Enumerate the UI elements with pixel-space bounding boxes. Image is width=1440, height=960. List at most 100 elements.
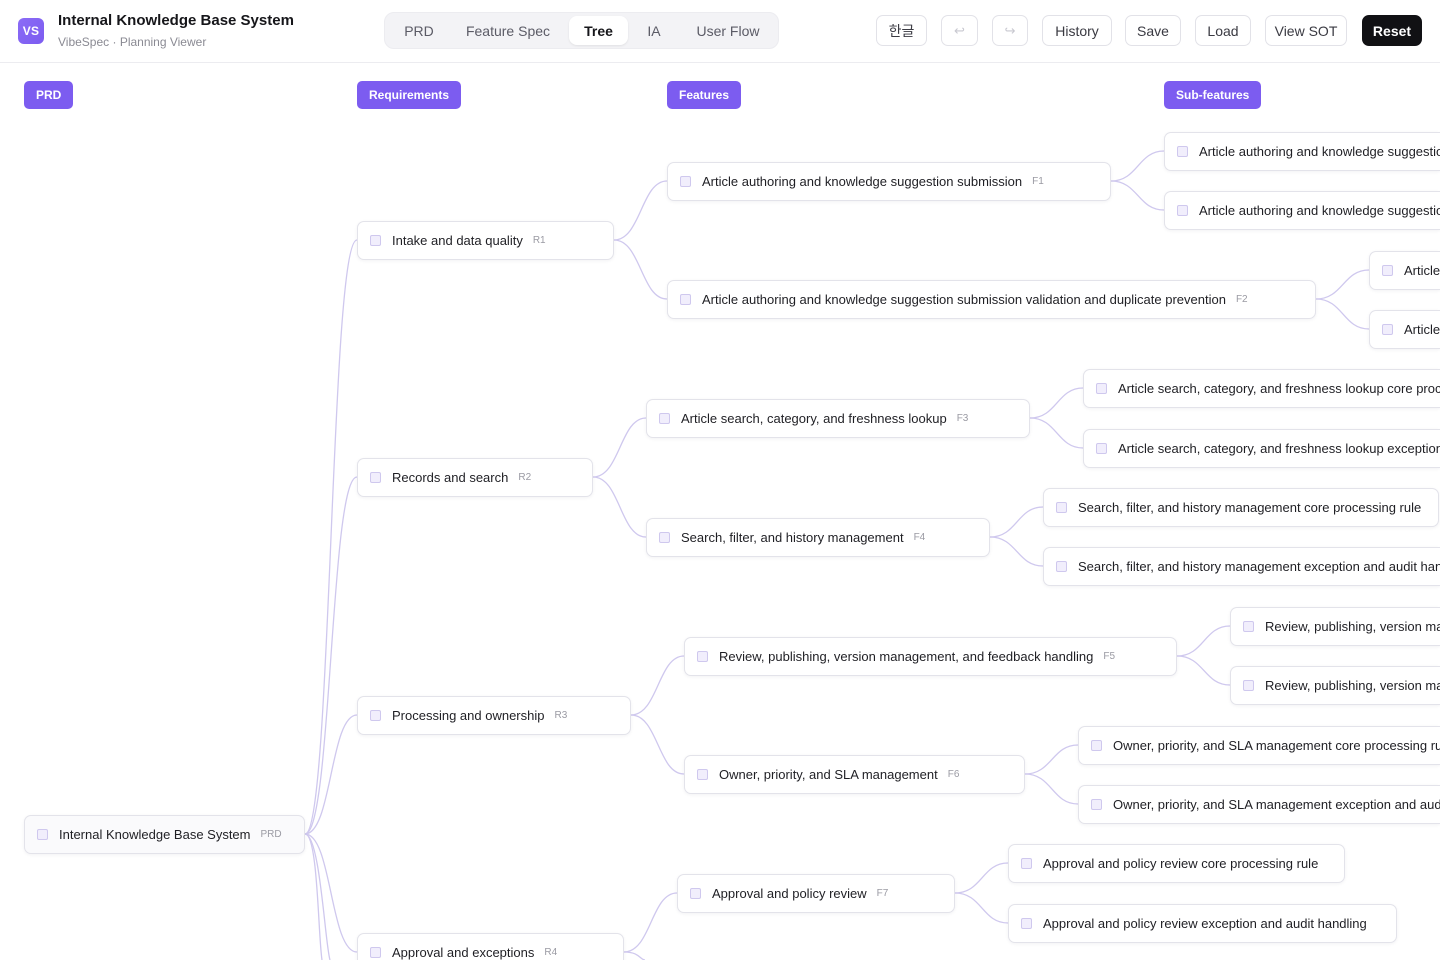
node-checkbox[interactable] xyxy=(1177,146,1188,157)
node-label: Approval and policy review xyxy=(712,886,867,901)
node-checkbox[interactable] xyxy=(1243,621,1254,632)
tree-node-subfeature[interactable]: Review, publishing, version mar xyxy=(1230,607,1440,646)
load-button[interactable]: Load xyxy=(1195,15,1251,46)
node-label: Owner, priority, and SLA management xyxy=(719,767,938,782)
node-checkbox[interactable] xyxy=(1056,561,1067,572)
tab-prd[interactable]: PRD xyxy=(389,16,449,45)
node-checkbox[interactable] xyxy=(697,769,708,780)
node-checkbox[interactable] xyxy=(370,710,381,721)
tab-feature-spec[interactable]: Feature Spec xyxy=(452,16,564,45)
node-id: F2 xyxy=(1235,294,1248,305)
node-label: Article authoring and knowledge suggesti… xyxy=(1199,203,1440,218)
column-label-subfeatures: Sub-features xyxy=(1164,81,1262,109)
app-subtitle: VibeSpec · Planning Viewer xyxy=(58,35,207,49)
tree-node-subfeature[interactable]: Search, filter, and history management e… xyxy=(1043,547,1440,586)
node-label: Processing and ownership xyxy=(392,708,545,723)
node-checkbox[interactable] xyxy=(1096,383,1107,394)
tree-node-subfeature[interactable]: Article xyxy=(1369,310,1440,349)
node-checkbox[interactable] xyxy=(659,532,670,543)
node-checkbox[interactable] xyxy=(1021,858,1032,869)
node-id: F5 xyxy=(1103,651,1116,662)
node-label: Article authoring and knowledge suggesti… xyxy=(702,174,1023,189)
node-id: R4 xyxy=(544,947,558,958)
node-checkbox[interactable] xyxy=(1096,443,1107,454)
node-checkbox[interactable] xyxy=(370,235,381,246)
node-checkbox[interactable] xyxy=(1091,740,1102,751)
node-label: Internal Knowledge Base System xyxy=(59,827,251,842)
tree-node-subfeature[interactable]: Owner, priority, and SLA management core… xyxy=(1078,726,1440,765)
node-label: Owner, priority, and SLA management exce… xyxy=(1113,797,1440,812)
tab-tree[interactable]: Tree xyxy=(569,16,628,45)
node-id: F7 xyxy=(876,888,889,899)
tree-node-requirement[interactable]: Intake and data quality R1 xyxy=(357,221,614,260)
node-label: Approval and exceptions xyxy=(392,945,535,960)
tree-node-subfeature[interactable]: Search, filter, and history management c… xyxy=(1043,488,1439,527)
node-id: F3 xyxy=(956,413,969,424)
tree-node-subfeature[interactable]: Article authoring and knowledge suggesti… xyxy=(1164,132,1440,171)
node-checkbox[interactable] xyxy=(37,829,48,840)
app-logo: VS xyxy=(18,18,44,44)
node-label: Approval and policy review exception and… xyxy=(1043,916,1367,931)
tree-node-feature[interactable]: Article authoring and knowledge suggesti… xyxy=(667,162,1111,201)
tree-node-subfeature[interactable]: Review, publishing, version mar xyxy=(1230,666,1440,705)
node-checkbox[interactable] xyxy=(680,294,691,305)
node-label: Intake and data quality xyxy=(392,233,523,248)
tree-node-requirement[interactable]: Records and search R2 xyxy=(357,458,593,497)
column-label-features: Features xyxy=(667,81,742,109)
tree-node-feature[interactable]: Approval and policy review F7 xyxy=(677,874,955,913)
tree-canvas[interactable]: PRD Requirements Features Sub-features I… xyxy=(0,64,1440,960)
tab-ia[interactable]: IA xyxy=(633,16,675,45)
node-checkbox[interactable] xyxy=(1177,205,1188,216)
app-header: VS Internal Knowledge Base System VibeSp… xyxy=(0,0,1440,63)
tree-node-subfeature[interactable]: Article search, category, and freshness … xyxy=(1083,369,1440,408)
node-id: F6 xyxy=(947,769,960,780)
column-label-requirements: Requirements xyxy=(357,81,462,109)
tree-node-root[interactable]: Internal Knowledge Base System PRD xyxy=(24,815,305,854)
undo-icon[interactable]: ↩ xyxy=(941,15,978,46)
history-button[interactable]: History xyxy=(1042,15,1112,46)
view-sot-button[interactable]: View SOT xyxy=(1265,15,1347,46)
tab-user-flow[interactable]: User Flow xyxy=(681,16,775,45)
node-label: Owner, priority, and SLA management core… xyxy=(1113,738,1440,753)
node-checkbox[interactable] xyxy=(659,413,670,424)
language-toggle-button[interactable]: 한글 xyxy=(876,15,927,46)
node-checkbox[interactable] xyxy=(680,176,691,187)
node-checkbox[interactable] xyxy=(697,651,708,662)
tree-node-feature[interactable]: Article authoring and knowledge suggesti… xyxy=(667,280,1316,319)
node-label: Article search, category, and freshness … xyxy=(1118,381,1440,396)
app-title: Internal Knowledge Base System xyxy=(58,12,294,29)
node-id: R1 xyxy=(532,235,546,246)
node-label: Review, publishing, version management, … xyxy=(719,649,1094,664)
tree-node-feature[interactable]: Review, publishing, version management, … xyxy=(684,637,1177,676)
save-button[interactable]: Save xyxy=(1125,15,1181,46)
reset-button[interactable]: Reset xyxy=(1362,15,1422,46)
node-label: Approval and policy review core processi… xyxy=(1043,856,1319,871)
node-checkbox[interactable] xyxy=(1021,918,1032,929)
node-id: F4 xyxy=(913,532,926,543)
node-checkbox[interactable] xyxy=(370,472,381,483)
tree-node-feature[interactable]: Search, filter, and history management F… xyxy=(646,518,990,557)
tree-node-subfeature[interactable]: Article search, category, and freshness … xyxy=(1083,429,1440,468)
redo-icon[interactable]: ↪ xyxy=(992,15,1028,46)
tree-node-feature[interactable]: Article search, category, and freshness … xyxy=(646,399,1030,438)
node-checkbox[interactable] xyxy=(690,888,701,899)
node-checkbox[interactable] xyxy=(1382,324,1393,335)
node-id: R3 xyxy=(554,710,568,721)
node-label: Search, filter, and history management c… xyxy=(1078,500,1422,515)
node-checkbox[interactable] xyxy=(370,947,381,958)
node-checkbox[interactable] xyxy=(1382,265,1393,276)
tree-node-feature[interactable]: Owner, priority, and SLA management F6 xyxy=(684,755,1025,794)
node-checkbox[interactable] xyxy=(1243,680,1254,691)
node-checkbox[interactable] xyxy=(1056,502,1067,513)
tree-node-requirement[interactable]: Approval and exceptions R4 xyxy=(357,933,624,960)
view-tabs: PRD Feature Spec Tree IA User Flow xyxy=(384,12,779,49)
tree-node-subfeature[interactable]: Approval and policy review exception and… xyxy=(1008,904,1397,943)
column-label-prd: PRD xyxy=(24,81,74,109)
tree-node-subfeature[interactable]: Article xyxy=(1369,251,1440,290)
node-label: Article authoring and knowledge suggesti… xyxy=(702,292,1226,307)
node-checkbox[interactable] xyxy=(1091,799,1102,810)
tree-node-subfeature[interactable]: Approval and policy review core processi… xyxy=(1008,844,1345,883)
tree-node-subfeature[interactable]: Owner, priority, and SLA management exce… xyxy=(1078,785,1440,824)
tree-node-subfeature[interactable]: Article authoring and knowledge suggesti… xyxy=(1164,191,1440,230)
tree-node-requirement[interactable]: Processing and ownership R3 xyxy=(357,696,631,735)
